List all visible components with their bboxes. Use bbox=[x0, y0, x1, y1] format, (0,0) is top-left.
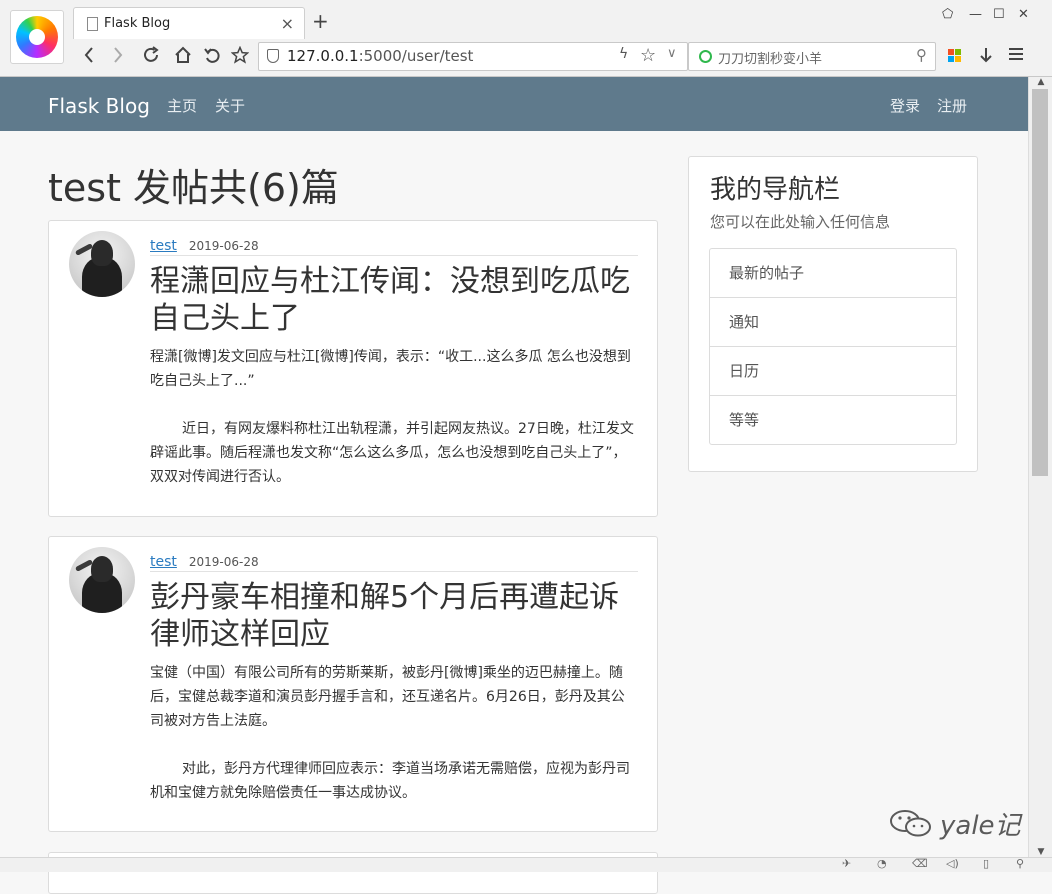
avatar[interactable] bbox=[69, 547, 135, 613]
post-paragraph: 程潇[微博]发文回应与杜江[微博]传闻，表示：“收工...这么多瓜 怎么也没想到… bbox=[150, 349, 631, 389]
status-extension-icon[interactable]: ✈ bbox=[842, 857, 851, 870]
chevron-down-icon[interactable]: ∨ bbox=[667, 46, 677, 61]
post-card: test 2019-06-28 程潇回应与杜江传闻：没想到吃瓜吃自己头上了 程潇[… bbox=[48, 220, 658, 517]
avatar[interactable] bbox=[69, 231, 135, 297]
search-bar[interactable]: 刀刀切割秒变小羊 ⚲ bbox=[688, 42, 936, 71]
post-paragraph: 对此，彭丹方代理律师回应表示：李道当场承诺无需赔偿，应视为彭丹司机和宝健方就免除… bbox=[150, 761, 630, 801]
status-window-icon[interactable]: ▯ bbox=[983, 857, 989, 870]
scrollbar-thumb[interactable] bbox=[1032, 89, 1048, 476]
nav-register-link[interactable]: 注册 bbox=[937, 95, 967, 116]
url-text[interactable]: 127.0.0.1:5000/user/test bbox=[287, 47, 473, 65]
refresh-icon[interactable] bbox=[140, 46, 162, 69]
security-shield-icon bbox=[267, 49, 279, 63]
sidebar-subtitle: 您可以在此处输入任何信息 bbox=[710, 213, 891, 231]
post-card: test 2019-06-28 彭丹豪车相撞和解5个月后再遭起诉 律师这样回应 宝… bbox=[48, 536, 658, 832]
bookmark-star-icon[interactable] bbox=[229, 45, 251, 69]
watermark-text: yale记 bbox=[940, 811, 1021, 841]
skin-icon[interactable]: ⬠ bbox=[942, 7, 953, 22]
brand-link[interactable]: Flask Blog bbox=[48, 94, 150, 118]
lightning-icon[interactable]: ϟ bbox=[619, 46, 628, 62]
back-arrow-icon[interactable] bbox=[78, 46, 100, 69]
post-author-link[interactable]: test bbox=[150, 554, 177, 570]
post-body: 宝健（中国）有限公司所有的劳斯莱斯，被彭丹[微博]乘坐的迈巴赫撞上。随后，宝健总… bbox=[150, 661, 638, 805]
post-meta: test 2019-06-28 bbox=[150, 235, 638, 256]
search-input[interactable]: 刀刀切割秒变小羊 bbox=[718, 48, 822, 67]
sidebar-item-latest-posts[interactable]: 最新的帖子 bbox=[710, 249, 956, 297]
scroll-up-icon[interactable]: ▲ bbox=[1029, 77, 1052, 87]
url-path: :5000/user/test bbox=[358, 47, 474, 65]
status-sound-icon[interactable]: ◁) bbox=[946, 857, 959, 870]
url-host: 127.0.0.1 bbox=[287, 47, 359, 65]
tab-title: Flask Blog bbox=[104, 16, 171, 31]
post-author-link[interactable]: test bbox=[150, 238, 177, 254]
browser-chrome: Flask Blog × + ⬠ — ☐ ✕ 127.0.0.1:5000/us… bbox=[0, 0, 1052, 77]
forward-arrow-icon[interactable] bbox=[107, 46, 129, 69]
sidebar-list: 最新的帖子 通知 日历 等等 bbox=[709, 248, 957, 445]
post-title[interactable]: 彭丹豪车相撞和解5个月后再遭起诉 律师这样回应 bbox=[150, 579, 640, 653]
sidebar-item-calendar[interactable]: 日历 bbox=[710, 346, 956, 395]
address-bar[interactable]: 127.0.0.1:5000/user/test ϟ ☆ ∨ bbox=[258, 42, 688, 71]
apps-grid-icon[interactable] bbox=[948, 49, 962, 63]
status-zoom-icon[interactable]: ⚲ bbox=[1016, 857, 1024, 870]
site-navbar: Flask Blog 主页 关于 登录 注册 bbox=[0, 77, 1028, 131]
status-trash-icon[interactable]: ⌫ bbox=[912, 857, 928, 870]
download-arrow-icon[interactable] bbox=[975, 46, 997, 69]
status-bar: ✈ ◔ ⌫ ◁) ▯ ⚲ bbox=[0, 857, 1052, 872]
new-tab-button[interactable]: + bbox=[312, 11, 329, 31]
close-window-icon[interactable]: ✕ bbox=[1018, 7, 1029, 22]
menu-icon[interactable] bbox=[1005, 46, 1027, 67]
post-date: 2019-06-28 bbox=[188, 555, 259, 569]
search-icon[interactable]: ⚲ bbox=[916, 46, 927, 64]
undo-icon[interactable] bbox=[201, 46, 223, 69]
favorite-star-icon[interactable]: ☆ bbox=[640, 45, 656, 66]
post-date: 2019-06-28 bbox=[188, 239, 259, 253]
post-paragraph: 宝健（中国）有限公司所有的劳斯莱斯，被彭丹[微博]乘坐的迈巴赫撞上。随后，宝健总… bbox=[150, 665, 625, 729]
browser-logo-icon bbox=[16, 16, 58, 58]
search-engine-icon bbox=[699, 50, 712, 63]
minimize-icon[interactable]: — bbox=[969, 7, 982, 22]
wechat-icon bbox=[890, 810, 931, 837]
sidebar-item-etc[interactable]: 等等 bbox=[710, 395, 956, 444]
nav-login-link[interactable]: 登录 bbox=[890, 95, 920, 116]
sidebar-item-notifications[interactable]: 通知 bbox=[710, 297, 956, 346]
home-icon[interactable] bbox=[172, 46, 194, 69]
maximize-icon[interactable]: ☐ bbox=[993, 7, 1005, 22]
nav-about-link[interactable]: 关于 bbox=[215, 95, 245, 116]
scroll-down-icon[interactable]: ▼ bbox=[1029, 847, 1052, 857]
post-body: 程潇[微博]发文回应与杜江[微博]传闻，表示：“收工...这么多瓜 怎么也没想到… bbox=[150, 345, 638, 489]
post-paragraph: 近日，有网友爆料称杜江出轨程潇，并引起网友热议。27日晚，杜江发文辟谣此事。随后… bbox=[150, 421, 634, 485]
vertical-scrollbar[interactable]: ▲ ▼ bbox=[1028, 77, 1052, 857]
browser-logo[interactable] bbox=[10, 10, 64, 64]
sidebar-title: 我的导航栏 bbox=[710, 175, 841, 205]
page-icon bbox=[87, 17, 98, 31]
post-meta: test 2019-06-28 bbox=[150, 551, 638, 572]
post-title[interactable]: 程潇回应与杜江传闻：没想到吃瓜吃自己头上了 bbox=[150, 263, 640, 337]
status-speed-icon[interactable]: ◔ bbox=[877, 857, 887, 870]
page-title: test 发帖共(6)篇 bbox=[48, 166, 339, 210]
close-tab-icon[interactable]: × bbox=[281, 14, 294, 33]
nav-home-link[interactable]: 主页 bbox=[167, 95, 197, 116]
sidebar-panel: 我的导航栏 您可以在此处输入任何信息 最新的帖子 通知 日历 等等 bbox=[688, 156, 978, 472]
browser-tab[interactable]: Flask Blog × bbox=[73, 7, 305, 39]
